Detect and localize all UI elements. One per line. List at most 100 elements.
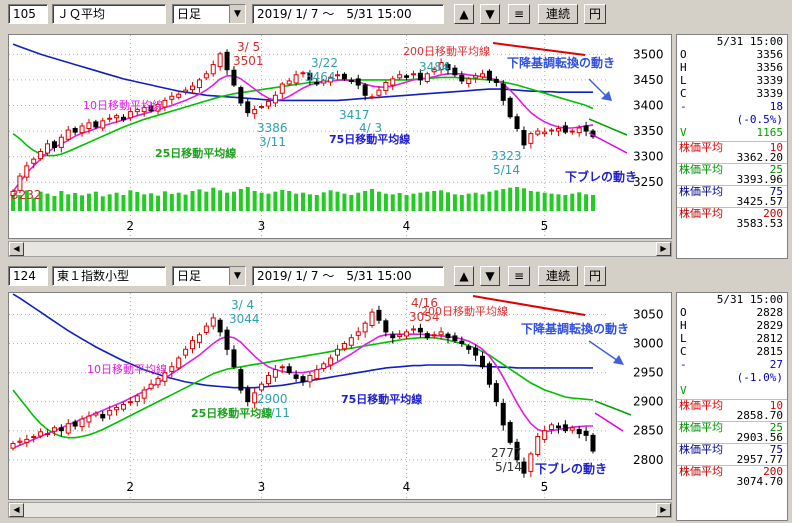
candle-body bbox=[369, 96, 375, 99]
peak1-date: 3/ 5 bbox=[237, 40, 260, 54]
y-tick-label: 2850 bbox=[633, 424, 664, 438]
volume-bar bbox=[204, 191, 209, 211]
volume-bar bbox=[487, 191, 492, 211]
volume-bar bbox=[218, 190, 223, 211]
volume-bar bbox=[259, 192, 264, 211]
volume-bar bbox=[556, 194, 561, 211]
volume-bar bbox=[480, 194, 485, 211]
volume-bar bbox=[197, 189, 202, 211]
candle-body bbox=[493, 78, 499, 83]
candle-body bbox=[279, 83, 285, 94]
price-chart-2[interactable]: 305030002950290028502800 2345 3/ 4 3044 … bbox=[9, 293, 671, 499]
volume-bar bbox=[245, 187, 250, 211]
volume-bar bbox=[549, 193, 554, 211]
volume-bar bbox=[383, 193, 388, 211]
candle-body bbox=[196, 79, 202, 89]
chart-pane-1: 105 ＪＱ平均 日足 ▼ 2019/ 1/ 7 〜 5/31 15:00 ▲ ▼… bbox=[0, 0, 792, 262]
toolbar-1: 105 ＪＱ平均 日足 ▼ 2019/ 1/ 7 〜 5/31 15:00 ▲ ▼… bbox=[0, 0, 792, 28]
candle-body bbox=[369, 311, 375, 326]
candle-body bbox=[86, 122, 92, 130]
down-button-1[interactable]: ▼ bbox=[480, 4, 500, 24]
volume-bar bbox=[411, 193, 416, 211]
candle-body bbox=[107, 409, 113, 416]
up-button-1[interactable]: ▲ bbox=[454, 4, 474, 24]
renzoku-button-1[interactable]: 連続 bbox=[538, 4, 578, 24]
name-input-1[interactable]: ＪＱ平均 bbox=[52, 4, 166, 24]
scroll-right-icon[interactable]: ▶ bbox=[656, 503, 671, 517]
candle-body bbox=[535, 130, 541, 135]
candle-body bbox=[535, 436, 541, 456]
candle-body bbox=[452, 67, 458, 76]
info-panel-2: 5/31 15:00 O 2828 H 2829 L 2812 C 2815-27 (-1.0%… bbox=[676, 292, 788, 521]
volume-bar bbox=[439, 190, 444, 211]
volume-bar bbox=[142, 194, 147, 211]
down-button-2[interactable]: ▼ bbox=[480, 266, 500, 286]
volume-bar bbox=[114, 192, 119, 211]
y-tick-label: 3300 bbox=[633, 150, 664, 164]
candle-body bbox=[583, 430, 589, 436]
chevron-down-icon[interactable]: ▼ bbox=[229, 267, 245, 285]
volume-bar bbox=[446, 192, 450, 211]
ma25-path bbox=[12, 336, 594, 439]
ma-label-row: 株価平均 25 bbox=[677, 163, 787, 175]
volume-bar bbox=[473, 192, 478, 211]
h-scrollbar-1[interactable]: ◀ ▶ bbox=[8, 241, 672, 257]
x-tick-label: 4 bbox=[403, 219, 411, 233]
candle-body bbox=[383, 320, 389, 333]
menu-button-1[interactable]: ≡ bbox=[508, 4, 530, 24]
price-chart-1[interactable]: 350034503400335033003250 2345 3/ 5 3501 … bbox=[9, 35, 671, 238]
ohlc-row: V 1165 bbox=[680, 126, 783, 139]
volume-bar bbox=[425, 191, 430, 211]
scroll-right-icon[interactable]: ▶ bbox=[656, 242, 671, 256]
candle-body bbox=[335, 348, 341, 356]
period-select-1[interactable]: 日足 ▼ bbox=[172, 4, 246, 24]
renzoku-button-2[interactable]: 連続 bbox=[538, 266, 578, 286]
menu-button-2[interactable]: ≡ bbox=[508, 266, 530, 286]
volume-bar bbox=[432, 191, 437, 211]
yen-button-2[interactable]: 円 bbox=[584, 266, 606, 286]
x-tick-label: 3 bbox=[258, 480, 266, 494]
volume-bar bbox=[521, 188, 526, 211]
candle-body bbox=[38, 431, 44, 437]
info-panel-1: 5/31 15:00 O 3356 H 3356 L 3339 C 3339-18 (-0.5%… bbox=[676, 34, 788, 259]
up-button-2[interactable]: ▲ bbox=[454, 266, 474, 286]
candle-body bbox=[51, 427, 57, 432]
x-tick-label: 2 bbox=[126, 219, 134, 233]
x-tick-label: 3 bbox=[258, 219, 266, 233]
candle-body bbox=[120, 404, 126, 410]
candle-body bbox=[10, 442, 16, 449]
chevron-down-icon[interactable]: ▼ bbox=[229, 5, 245, 23]
code-input-1[interactable]: 105 bbox=[8, 4, 48, 24]
candle-body bbox=[238, 369, 244, 391]
yen-button-1[interactable]: 円 bbox=[584, 4, 606, 24]
ma200-label: 200日移動平均線 bbox=[403, 44, 490, 58]
low2-val: 2777 bbox=[491, 446, 522, 460]
ma25-label: 25日移動平均線 bbox=[191, 406, 272, 420]
scroll-left-icon[interactable]: ◀ bbox=[9, 503, 24, 517]
ohlc-row: (-0.5%) bbox=[736, 113, 783, 126]
period-select-2[interactable]: 日足 ▼ bbox=[172, 266, 246, 286]
volume-bar bbox=[45, 193, 50, 211]
scroll-left-icon[interactable]: ◀ bbox=[9, 242, 24, 256]
candle-body bbox=[307, 374, 313, 383]
ma-label-row: 株価平均 25 bbox=[677, 421, 787, 433]
candle-body bbox=[321, 363, 327, 369]
volume-bar bbox=[52, 196, 57, 211]
volume-bar bbox=[162, 191, 167, 211]
volume-bar bbox=[452, 194, 457, 211]
candle-body bbox=[203, 325, 209, 333]
chart-area-1[interactable]: 3500 3450 3400 3350 3300 3250 2345 3/ 5 3501 … bbox=[8, 34, 672, 239]
volume-bar bbox=[66, 194, 71, 211]
candle-body bbox=[500, 402, 506, 426]
arrow-head-icon bbox=[613, 355, 624, 365]
chart-area-2[interactable]: 3050 3000 2950 2900 2850 2800 2345 3/ 4 3044 … bbox=[8, 292, 672, 500]
code-input-2[interactable]: 124 bbox=[8, 266, 48, 286]
volume-bar bbox=[404, 195, 409, 211]
name-input-2[interactable]: 東１指数小型 bbox=[52, 266, 166, 286]
candle-body bbox=[203, 73, 209, 79]
candle-body bbox=[549, 129, 555, 132]
y-tick-label: 3500 bbox=[633, 47, 664, 61]
h-scrollbar-2[interactable]: ◀ ▶ bbox=[8, 502, 672, 518]
ohlc-row: -18 bbox=[680, 100, 783, 113]
candle-body bbox=[272, 94, 278, 104]
